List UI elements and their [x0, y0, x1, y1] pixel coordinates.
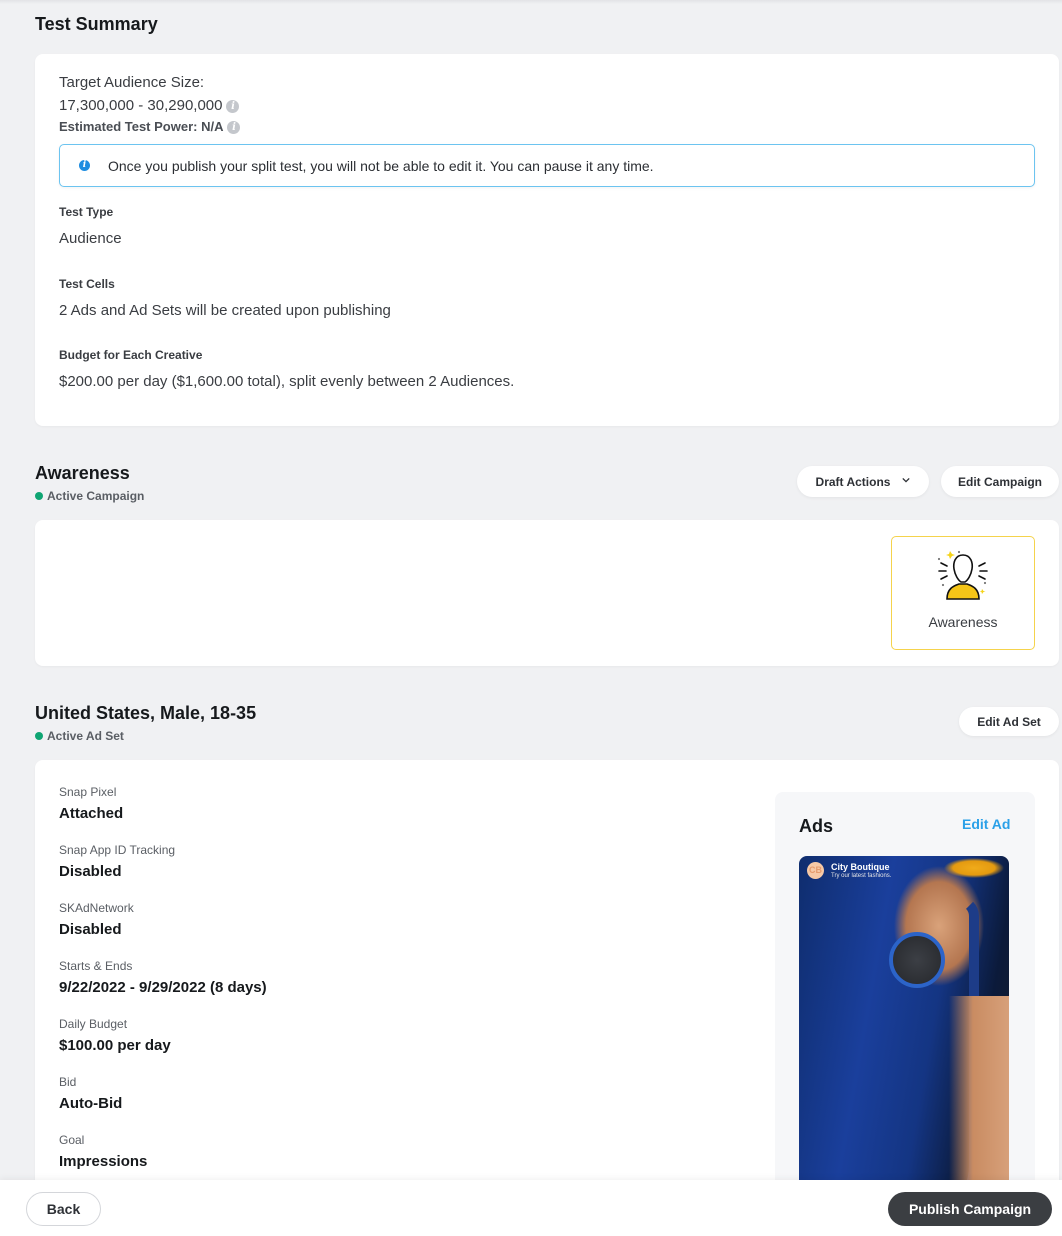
audience-size-label: Target Audience Size: — [59, 74, 205, 91]
test-summary-title: Test Summary — [35, 14, 158, 34]
bid-field: Bid Auto-Bid — [59, 1075, 122, 1112]
test-power-text: Estimated Test Power: N/A — [59, 119, 224, 134]
publish-campaign-button[interactable]: Publish Campaign — [888, 1192, 1052, 1226]
chevron-down-icon — [902, 477, 911, 483]
brand-logo: CB — [807, 862, 824, 879]
field-label: Test Cells — [59, 277, 115, 291]
publish-notice-banner: i Once you publish your split test, you … — [59, 144, 1035, 187]
budget-field: Budget for Each Creative $200.00 per day… — [59, 348, 514, 390]
awareness-person-icon — [937, 550, 988, 600]
goal-field: Goal Impressions — [59, 1133, 147, 1170]
info-icon: i — [79, 160, 90, 171]
info-icon[interactable]: i — [226, 99, 240, 113]
back-button[interactable]: Back — [26, 1192, 101, 1226]
brand-name: City Boutique — [831, 861, 890, 872]
objective-tile-label: Awareness — [928, 614, 998, 630]
draft-actions-button[interactable]: Draft Actions — [797, 466, 929, 497]
campaign-status: Active Campaign — [35, 489, 144, 503]
field-value: 9/22/2022 - 9/29/2022 (8 days) — [59, 979, 267, 996]
campaign-status-text: Active Campaign — [47, 489, 145, 503]
field-value: $100.00 per day — [59, 1037, 171, 1054]
ad-set-card: Snap Pixel Attached Snap App ID Tracking… — [35, 760, 1059, 1200]
daily-budget-field: Daily Budget $100.00 per day — [59, 1017, 171, 1054]
field-value: Attached — [59, 805, 124, 822]
test-summary-card: Target Audience Size: 17,300,000 - 30,29… — [35, 54, 1059, 426]
snap-app-id-field: Snap App ID Tracking Disabled — [59, 843, 175, 880]
brand-tagline: Try our latest fashions. — [831, 872, 892, 879]
ads-panel: Ads Edit Ad CB City Boutique Try our lat… — [775, 792, 1035, 1200]
status-dot — [35, 732, 43, 740]
field-value: Audience — [59, 230, 122, 247]
edit-campaign-button[interactable]: Edit Campaign — [941, 466, 1059, 497]
edit-ad-link[interactable]: Edit Ad — [962, 816, 1010, 832]
ad-image-hand — [949, 996, 1009, 1200]
audience-size-value: 17,300,000 - 30,290,000 — [59, 97, 223, 114]
ad-image-lens — [889, 932, 945, 988]
brand-text: City Boutique Try our latest fashions. — [831, 861, 892, 879]
schedule-field: Starts & Ends 9/22/2022 - 9/29/2022 (8 d… — [59, 959, 267, 996]
field-label: Test Type — [59, 205, 114, 219]
snap-pixel-field: Snap Pixel Attached — [59, 785, 123, 822]
status-dot — [35, 492, 43, 500]
field-label: Budget for Each Creative — [59, 348, 203, 362]
ad-set-title: United States, Male, 18-35 — [35, 703, 257, 723]
field-label: Snap Pixel — [59, 785, 117, 799]
edit-ad-set-button[interactable]: Edit Ad Set — [959, 707, 1059, 736]
field-label: Bid — [59, 1075, 77, 1089]
field-value: Auto-Bid — [59, 1095, 123, 1112]
info-icon[interactable]: i — [227, 121, 241, 135]
field-value: $200.00 per day ($1,600.00 total), split… — [59, 373, 515, 390]
field-value: 2 Ads and Ad Sets will be created upon p… — [59, 302, 391, 319]
audience-size-row: 17,300,000 - 30,290,000 i — [59, 97, 240, 114]
ads-title: Ads — [799, 816, 834, 836]
test-cells-field: Test Cells 2 Ads and Ad Sets will be cre… — [59, 277, 391, 319]
field-label: Snap App ID Tracking — [59, 843, 176, 857]
skadnetwork-field: SKAdNetwork Disabled — [59, 901, 134, 938]
ad-set-status-text: Active Ad Set — [47, 729, 124, 743]
ad-brand-header: CB City Boutique Try our latest fashions… — [807, 862, 891, 879]
field-label: Goal — [59, 1133, 85, 1147]
publish-notice-text: Once you publish your split test, you wi… — [108, 157, 654, 174]
top-edge-shadow — [0, 0, 1062, 4]
objective-tile-awareness[interactable]: Awareness — [891, 536, 1035, 650]
field-label: SKAdNetwork — [59, 901, 134, 915]
test-power-row: Estimated Test Power: N/A i — [59, 119, 241, 135]
campaign-card: Awareness — [35, 520, 1059, 666]
field-label: Daily Budget — [59, 1017, 128, 1031]
footer-bar: Back Publish Campaign — [0, 1180, 1062, 1236]
field-value: Disabled — [59, 921, 122, 938]
ad-preview-image[interactable]: CB City Boutique Try our latest fashions… — [799, 856, 1009, 1200]
draft-actions-label: Draft Actions — [815, 474, 891, 489]
test-type-field: Test Type Audience — [59, 205, 122, 247]
field-label: Starts & Ends — [59, 959, 133, 973]
ad-set-status: Active Ad Set — [35, 729, 124, 743]
field-value: Impressions — [59, 1153, 148, 1170]
field-value: Disabled — [59, 863, 122, 880]
campaign-title: Awareness — [35, 463, 130, 483]
